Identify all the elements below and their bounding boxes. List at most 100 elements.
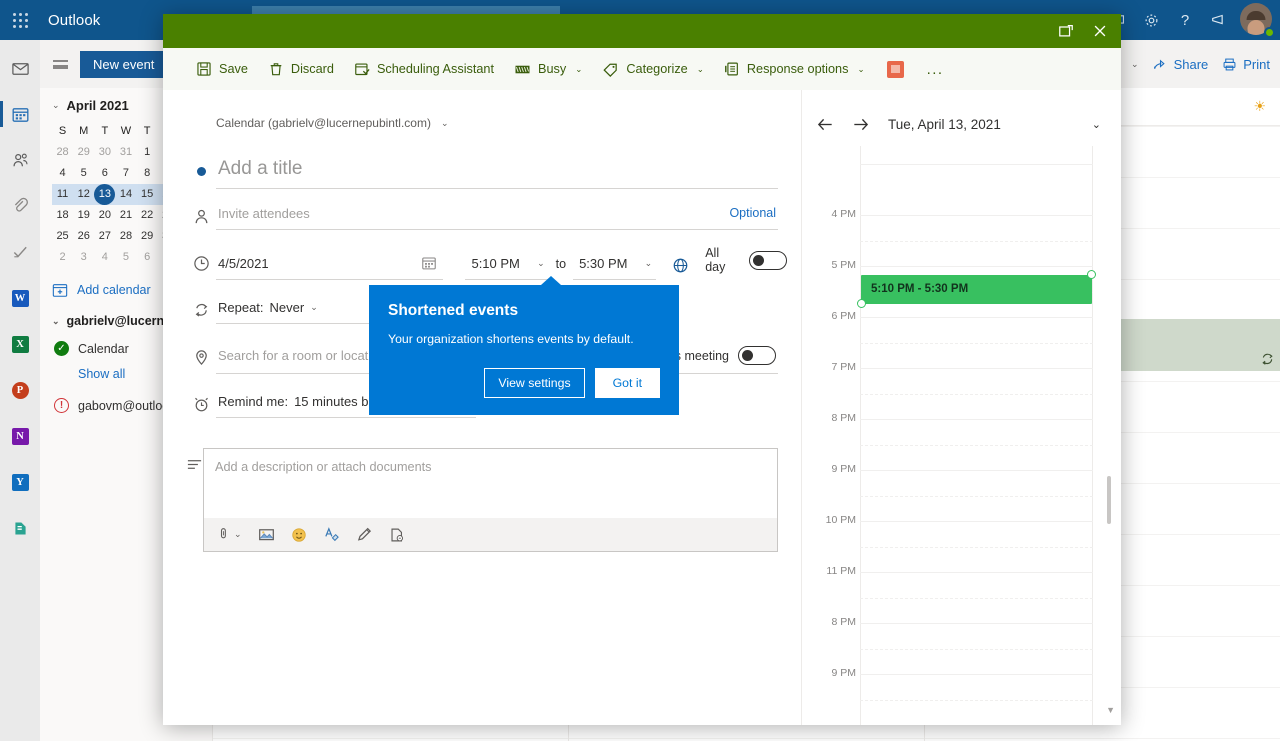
app-launcher-waffle-icon[interactable] — [0, 0, 40, 40]
dictate-icon[interactable] — [389, 527, 405, 543]
calendar-picker[interactable]: Calendar (gabrielv@lucernepubintl.com) ⌄ — [163, 116, 801, 130]
mini-calendar-day[interactable]: 7 — [115, 163, 136, 184]
sidebar-item-yammer[interactable]: Y — [0, 463, 40, 501]
discard-button[interactable]: Discard — [259, 55, 343, 83]
sidebar-item-bookings[interactable] — [0, 509, 40, 547]
print-button[interactable]: Print — [1222, 57, 1270, 72]
toolbar-overflow-button[interactable]: ... — [917, 55, 954, 84]
scheduling-assistant-button[interactable]: Scheduling Assistant — [345, 55, 503, 83]
mini-calendar-day[interactable]: 3 — [73, 247, 94, 268]
title-input[interactable]: Add a title — [216, 152, 778, 189]
pop-out-button[interactable] — [1049, 14, 1083, 48]
mini-calendar-day[interactable]: 2 — [52, 247, 73, 268]
preview-time-grid[interactable]: ▼ 4 PM5 PM6 PM7 PM8 PM9 PM10 PM11 PM8 PM… — [802, 146, 1121, 725]
teams-meeting-toggle[interactable] — [738, 346, 776, 365]
view-settings-button[interactable]: View settings — [484, 368, 584, 398]
mini-calendar-day[interactable]: 1 — [137, 142, 158, 163]
mini-calendar-day[interactable]: 18 — [52, 205, 73, 226]
end-time-input[interactable]: 5:30 PM ⌄ — [573, 249, 656, 280]
mini-calendar-day[interactable]: 5 — [115, 247, 136, 268]
teaching-callout: Shortened events Your organization short… — [369, 285, 679, 415]
mini-calendar-day[interactable]: 27 — [94, 226, 115, 247]
insert-picture-icon[interactable] — [258, 526, 275, 543]
preview-scroll-down-icon[interactable]: ▼ — [1106, 705, 1115, 715]
got-it-button[interactable]: Got it — [595, 368, 660, 398]
mini-calendar-day-selected[interactable]: 13 — [94, 184, 115, 205]
sidebar-item-calendar[interactable] — [0, 95, 40, 133]
feedback-icon[interactable] — [1202, 0, 1236, 40]
description-row: Add a description or attach documents ⌄ — [163, 434, 801, 552]
mini-calendar-day[interactable]: 15 — [137, 184, 158, 205]
sidebar-item-mail[interactable] — [0, 49, 40, 87]
add-calendar-label: Add calendar — [77, 283, 151, 297]
mini-calendar-day[interactable]: 31 — [115, 142, 136, 163]
mini-calendar-day[interactable]: 19 — [73, 205, 94, 226]
start-time-input[interactable]: 5:10 PM ⌄ — [465, 249, 548, 280]
chevron-down-icon[interactable]: ⌄ — [1131, 59, 1139, 70]
mini-calendar-day[interactable]: 4 — [94, 247, 115, 268]
sidebar-item-to-do[interactable] — [0, 233, 40, 271]
preview-scrollbar-thumb[interactable] — [1107, 476, 1111, 524]
mini-calendar-day[interactable]: 6 — [94, 163, 115, 184]
format-text-icon[interactable] — [323, 526, 340, 543]
calendar-picker-icon[interactable] — [421, 255, 437, 271]
hamburger-menu-icon[interactable] — [40, 40, 80, 88]
categorize-button[interactable]: Categorize ⌄ — [593, 55, 712, 84]
emoji-icon[interactable] — [291, 527, 307, 543]
repeat-select[interactable]: Repeat: Never ⌄ — [216, 293, 379, 324]
start-date-input[interactable]: 4/5/2021 — [216, 248, 443, 280]
attach-icon[interactable]: ⌄ — [216, 527, 242, 542]
all-day-toggle[interactable] — [749, 251, 787, 270]
grid-half-hour-line — [860, 649, 1093, 650]
event-color-dot[interactable] — [186, 152, 216, 176]
mini-calendar-day[interactable]: 20 — [94, 205, 115, 226]
new-event-button[interactable]: New event — [80, 51, 167, 78]
user-avatar[interactable] — [1240, 3, 1274, 37]
mini-calendar-day[interactable]: 28 — [52, 142, 73, 163]
mini-calendar-day[interactable]: 8 — [137, 163, 158, 184]
description-input[interactable]: Add a description or attach documents — [204, 449, 777, 518]
arrow-left-icon[interactable] — [816, 115, 835, 134]
preview-event-resize-handle-bottom[interactable] — [857, 299, 866, 308]
mini-calendar-day[interactable]: 14 — [115, 184, 136, 205]
optional-attendees-link[interactable]: Optional — [729, 206, 776, 220]
mini-calendar-day[interactable]: 5 — [73, 163, 94, 184]
mini-calendar-day[interactable]: 21 — [115, 205, 136, 226]
sun-icon: ☀ — [1253, 98, 1266, 115]
mini-calendar-day[interactable]: 26 — [73, 226, 94, 247]
arrow-right-icon[interactable] — [851, 115, 870, 134]
grid-hour-line — [860, 470, 1093, 471]
settings-gear-icon[interactable] — [1134, 0, 1168, 40]
start-time-value: 5:10 PM — [471, 256, 537, 271]
ink-draw-icon[interactable] — [356, 526, 373, 543]
mini-calendar-day[interactable]: 28 — [115, 226, 136, 247]
sidebar-item-onenote[interactable]: N — [0, 417, 40, 455]
mini-calendar-day[interactable]: 4 — [52, 163, 73, 184]
categorize-label: Categorize — [626, 62, 687, 76]
share-button[interactable]: Share — [1153, 57, 1209, 72]
mini-calendar-day[interactable]: 25 — [52, 226, 73, 247]
preview-event-block[interactable]: 5:10 PM - 5:30 PM — [861, 275, 1092, 304]
sidebar-item-powerpoint[interactable]: P — [0, 371, 40, 409]
mini-calendar-day[interactable]: 11 — [52, 184, 73, 205]
sidebar-item-word[interactable]: W — [0, 279, 40, 317]
busy-status-button[interactable]: Busy ⌄ — [505, 55, 591, 84]
timezone-globe-icon[interactable] — [672, 257, 689, 280]
chevron-down-icon[interactable]: ⌄ — [1092, 118, 1101, 131]
mini-calendar-day[interactable]: 22 — [137, 205, 158, 226]
mini-calendar-day[interactable]: 12 — [73, 184, 94, 205]
sidebar-item-people[interactable] — [0, 141, 40, 179]
help-icon[interactable]: ? — [1168, 0, 1202, 40]
close-button[interactable] — [1083, 14, 1117, 48]
response-options-button[interactable]: Response options ⌄ — [715, 55, 874, 83]
preview-event-resize-handle-top[interactable] — [1087, 270, 1096, 279]
attendees-input[interactable]: Invite attendees Optional — [216, 199, 778, 230]
sidebar-item-files[interactable] — [0, 187, 40, 225]
mini-calendar-day[interactable]: 6 — [137, 247, 158, 268]
mini-calendar-day[interactable]: 29 — [137, 226, 158, 247]
mini-calendar-day[interactable]: 30 — [94, 142, 115, 163]
save-button[interactable]: Save — [187, 55, 257, 83]
mini-calendar-day[interactable]: 29 — [73, 142, 94, 163]
sidebar-item-excel[interactable]: X — [0, 325, 40, 363]
addin-button[interactable] — [876, 55, 915, 84]
